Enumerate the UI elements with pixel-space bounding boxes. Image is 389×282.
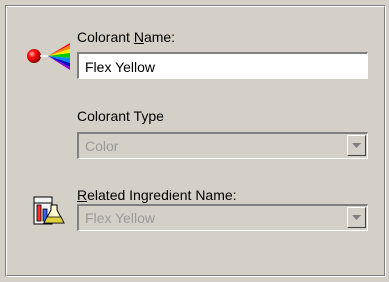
colorant-name-field-frame [77,52,368,79]
colorant-type-dropdown[interactable]: Color [77,132,368,159]
colorant-name-label: Colorant Name: [77,29,176,45]
lab-flask-icon [33,196,65,225]
colorant-name-input[interactable] [79,54,367,78]
chevron-down-icon [352,143,361,148]
colorant-type-dropdown-button[interactable] [347,135,366,156]
colorant-type-value: Color [85,138,119,154]
related-ingredient-label: Related Ingredient Name: [77,187,237,203]
related-ingredient-dropdown-button[interactable] [347,207,366,228]
colorant-type-label: Colorant Type [77,108,164,124]
prism-spectrum-icon [27,43,70,70]
related-ingredient-value: Flex Yellow [85,210,156,226]
chevron-down-icon [352,215,361,220]
related-ingredient-dropdown[interactable]: Flex Yellow [77,204,368,231]
